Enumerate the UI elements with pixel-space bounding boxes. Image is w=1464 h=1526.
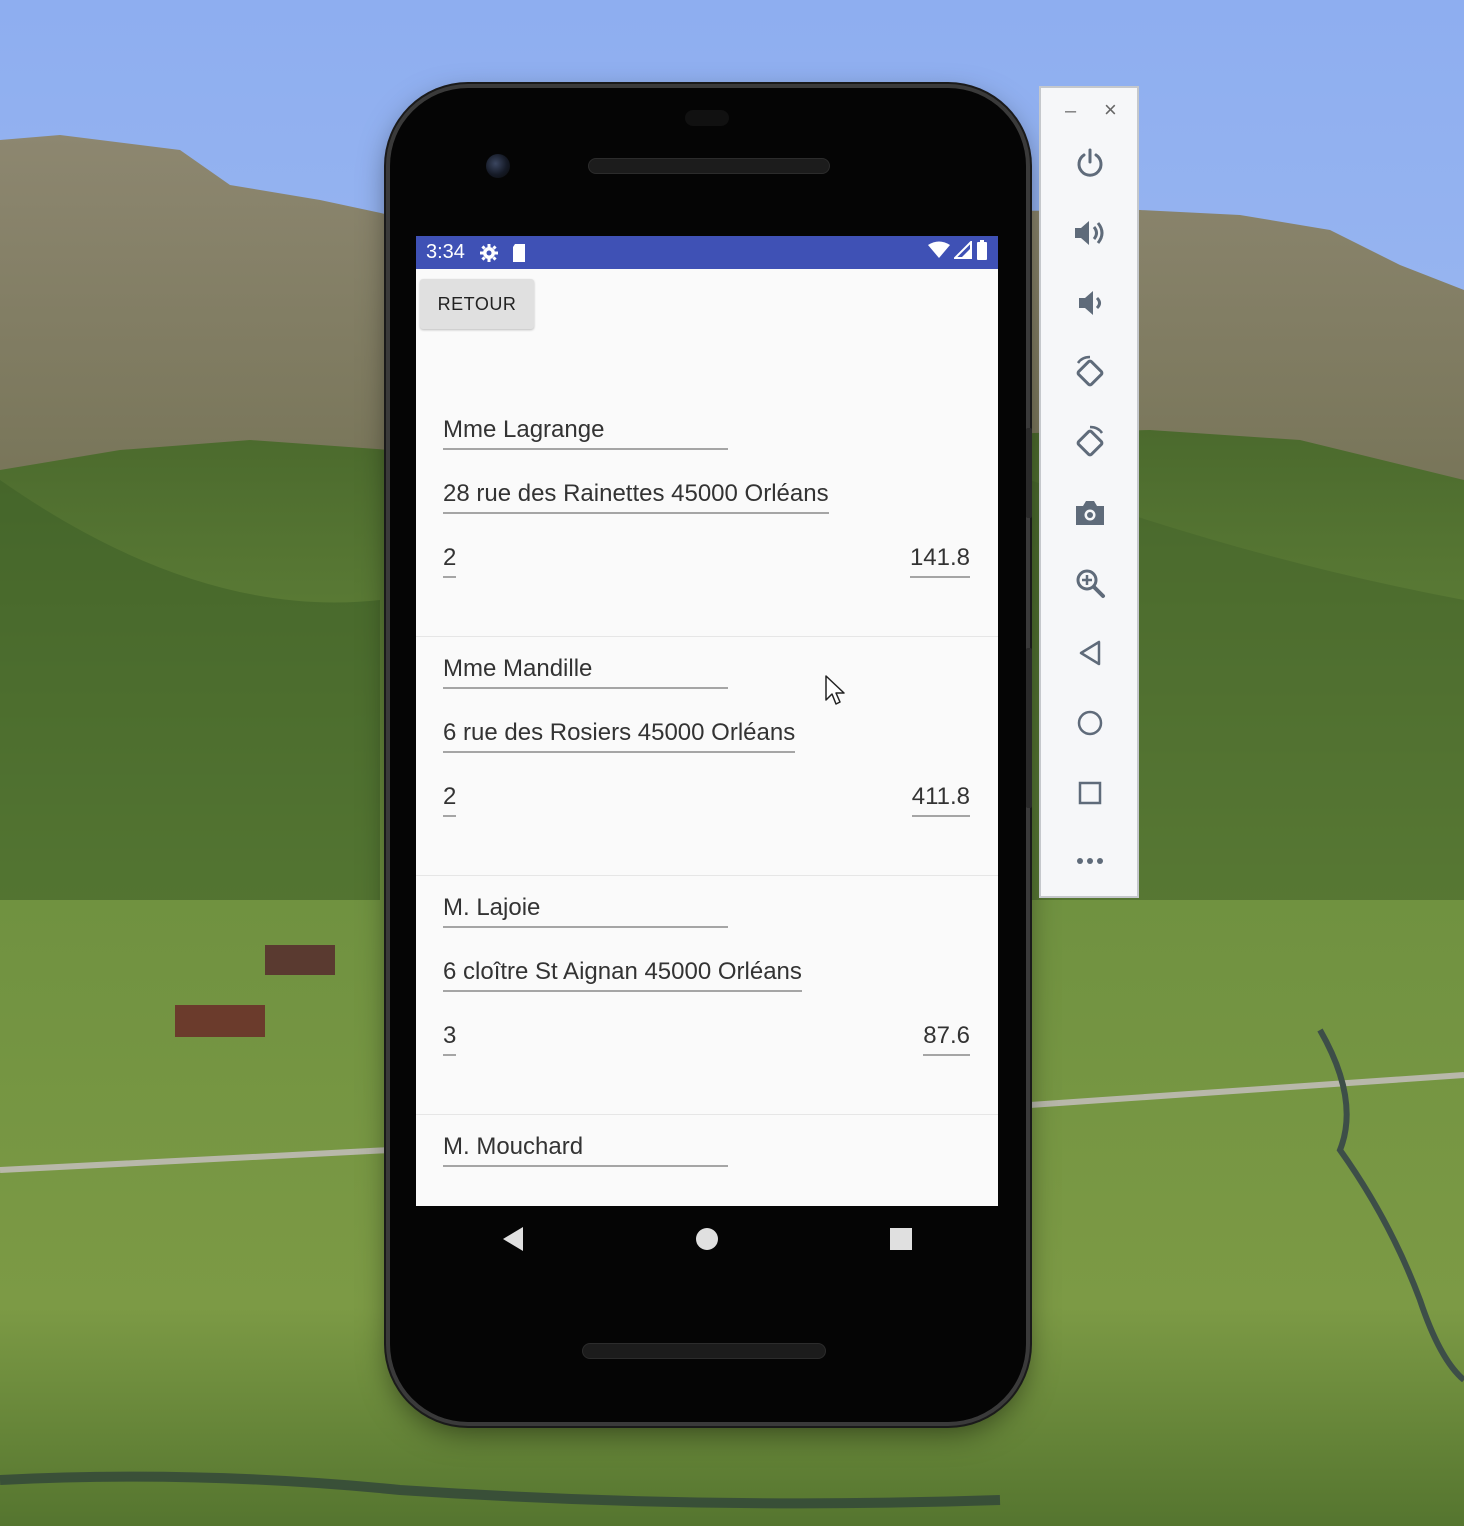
volume-side-button (1026, 648, 1032, 808)
status-right-icons (928, 239, 988, 266)
client-address-field[interactable]: 28 rue des Rainettes 45000 Orléans (443, 480, 829, 514)
phone-device: 3:34 RETOUR Mme Lagrange 28 rue des Rain… (390, 88, 1032, 1422)
toolbar-window-controls: – × (1041, 99, 1137, 122)
client-name-field[interactable]: M. Lajoie (443, 894, 728, 928)
client-address-field[interactable]: 6 cloître St Aignan 45000 Orléans (443, 958, 802, 992)
client-address-field[interactable]: 6 rue des Rosiers 45000 Orléans (443, 719, 796, 753)
recents-icon[interactable] (871, 1214, 931, 1264)
list-item: Mme Lagrange 28 rue des Rainettes 45000 … (416, 398, 998, 637)
list-item: M. Mouchard (416, 1115, 998, 1206)
home-icon[interactable] (677, 1214, 737, 1264)
back-icon[interactable] (483, 1214, 543, 1264)
bottom-speaker (582, 1343, 826, 1359)
client-name-field[interactable]: M. Mouchard (443, 1133, 728, 1167)
client-quantity-field[interactable]: 3 (443, 1022, 457, 1056)
client-name-field[interactable]: Mme Mandille (443, 655, 728, 689)
back-icon[interactable] (1069, 632, 1111, 674)
client-name-field[interactable]: Mme Lagrange (443, 416, 728, 450)
more-icon[interactable] (1069, 840, 1111, 882)
list-item: Mme Mandille 6 rue des Rosiers 45000 Orl… (416, 637, 998, 876)
sd-card-icon (511, 243, 527, 263)
close-button[interactable]: × (1104, 99, 1117, 121)
wifi-icon (928, 241, 950, 265)
client-amount-field[interactable]: 411.8 (911, 783, 970, 817)
screenshot-icon[interactable] (1069, 492, 1111, 534)
emulator-toolbar: – × (1039, 86, 1139, 898)
battery-icon (976, 239, 988, 266)
retour-button[interactable]: RETOUR (420, 279, 534, 329)
settings-icon (479, 243, 499, 263)
client-list: Mme Lagrange 28 rue des Rainettes 45000 … (416, 398, 998, 1206)
volume-down-icon[interactable] (1069, 282, 1111, 324)
volume-up-icon[interactable] (1069, 212, 1111, 254)
rotate-right-icon[interactable] (1069, 422, 1111, 464)
phone-screen: 3:34 RETOUR Mme Lagrange 28 rue des Rain… (416, 236, 998, 1206)
home-icon[interactable] (1069, 702, 1111, 744)
front-camera (486, 154, 510, 178)
client-quantity-field[interactable]: 2 (443, 783, 457, 817)
overview-icon[interactable] (1069, 772, 1111, 814)
list-item: M. Lajoie 6 cloître St Aignan 45000 Orlé… (416, 876, 998, 1115)
power-side-button (1026, 428, 1032, 518)
client-amount-field[interactable]: 141.8 (909, 544, 970, 578)
rotate-left-icon[interactable] (1069, 352, 1111, 394)
power-icon[interactable] (1069, 142, 1111, 184)
client-amount-field[interactable]: 87.6 (923, 1022, 970, 1056)
earpiece-speaker (588, 158, 830, 174)
minimize-button[interactable]: – (1065, 101, 1076, 121)
zoom-icon[interactable] (1069, 562, 1111, 604)
signal-icon (952, 239, 972, 265)
client-quantity-field[interactable]: 2 (443, 544, 457, 578)
navigation-bar (416, 1206, 998, 1272)
status-bar: 3:34 (416, 236, 998, 269)
top-sensor (685, 110, 729, 126)
status-time: 3:34 (426, 241, 465, 263)
mouse-cursor-icon (824, 674, 846, 708)
